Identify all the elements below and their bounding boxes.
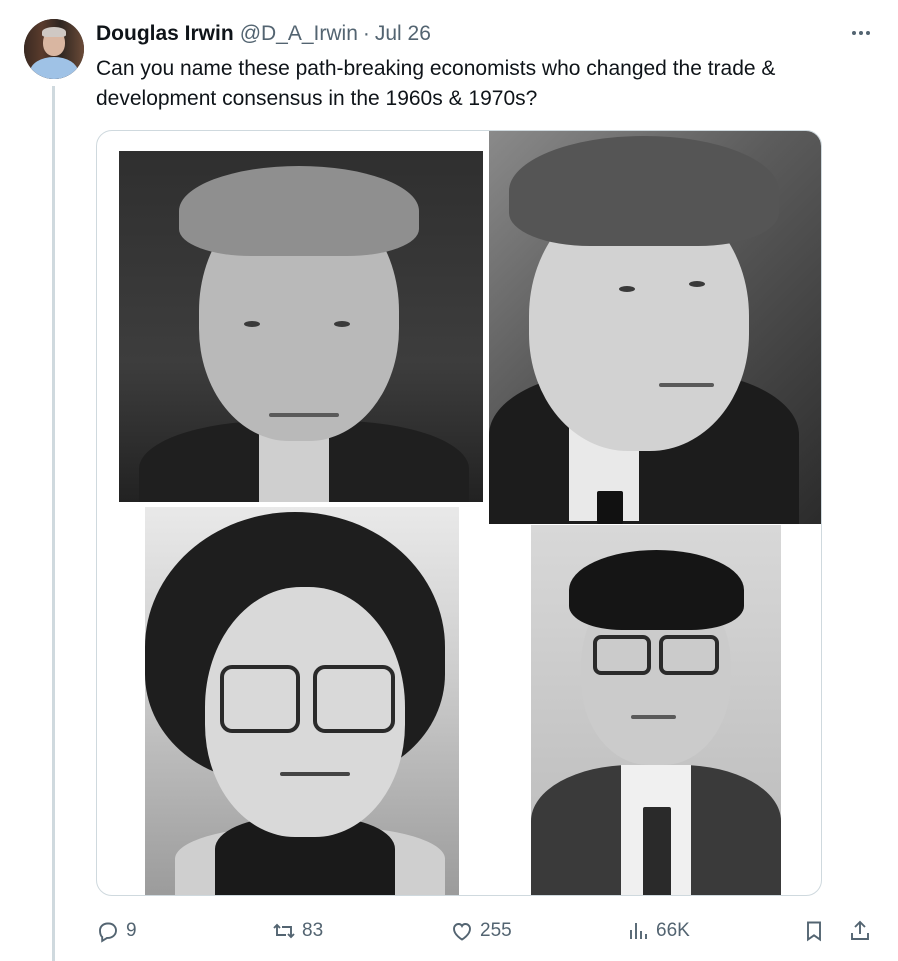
photo-top-right[interactable]: [489, 131, 821, 524]
views-button[interactable]: 66K: [626, 912, 690, 950]
bookmark-icon: [807, 921, 821, 942]
heart-icon: [453, 923, 471, 941]
author-name[interactable]: Douglas Irwin: [96, 22, 234, 46]
tweet-header: Douglas Irwin @D_A_Irwin · Jul 26: [96, 22, 431, 48]
action-bar: 9 83 255 66K: [96, 912, 876, 950]
reply-count: 9: [126, 920, 137, 941]
avatar[interactable]: [24, 19, 84, 79]
repost-icon: [273, 923, 295, 939]
repost-count: 83: [302, 920, 324, 941]
repost-button[interactable]: 83: [272, 912, 323, 950]
bookmark-button[interactable]: [802, 912, 826, 950]
thread-line: [52, 86, 55, 961]
views-count: 66K: [656, 920, 690, 941]
reply-button[interactable]: 9: [96, 912, 137, 950]
tweet-text: Can you name these path-breaking economi…: [96, 57, 782, 110]
share-button[interactable]: [848, 912, 872, 950]
separator-dot: ·: [362, 22, 370, 45]
views-icon: [630, 923, 647, 939]
media-grid[interactable]: [96, 130, 822, 896]
more-icon[interactable]: [846, 22, 876, 44]
author-handle[interactable]: @D_A_Irwin: [240, 22, 358, 46]
like-button[interactable]: 255: [450, 912, 512, 950]
reply-icon: [99, 922, 117, 943]
photo-bottom-right[interactable]: [531, 525, 781, 895]
tweet-date[interactable]: Jul 26: [375, 22, 431, 46]
like-count: 255: [480, 920, 512, 941]
photo-top-left[interactable]: [119, 151, 483, 502]
photo-bottom-left[interactable]: [145, 507, 459, 895]
share-icon: [851, 920, 869, 940]
